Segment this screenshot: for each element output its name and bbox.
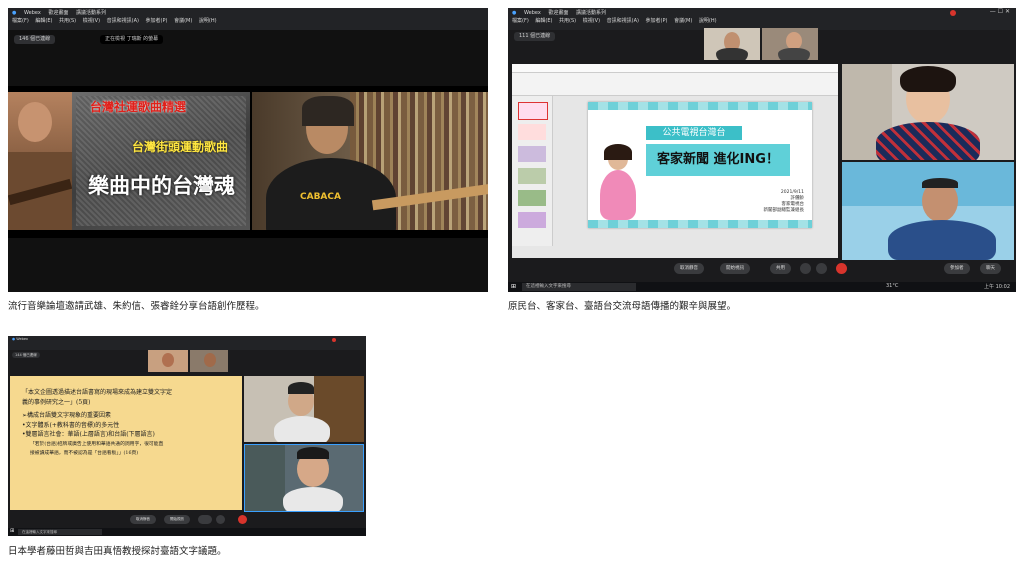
share-button[interactable] bbox=[198, 515, 212, 524]
menu-help[interactable]: 說明(H) bbox=[199, 18, 217, 24]
windows-taskbar: ⊞ 在這裡輸入文字來搜尋 31°C 上午 10:02 bbox=[508, 282, 1016, 292]
shirt-text: CABACA bbox=[300, 192, 341, 202]
video-tile-speaker-2 bbox=[244, 444, 364, 512]
slide-banner: 公共電視台灣台 bbox=[646, 126, 742, 140]
app-title: Webex bbox=[16, 337, 28, 341]
more-icon[interactable] bbox=[800, 263, 811, 274]
mute-button[interactable]: 取消靜音 bbox=[130, 515, 156, 524]
menu-view[interactable]: 檢視(V) bbox=[83, 18, 100, 24]
menu-participants[interactable]: 參加者(P) bbox=[646, 18, 668, 24]
windows-start-icon[interactable]: ⊞ bbox=[10, 528, 14, 534]
leave-meeting-button[interactable] bbox=[238, 515, 247, 524]
shared-slide: 「本文企圖透過描述台語書寫的現場來成為建立雙文字定 義的事例研究之一」(5頁) … bbox=[10, 376, 242, 510]
caption-1: 流行音樂論壇邀請武雄、朱約信、張睿銓分享台語創作歷程。 bbox=[8, 301, 265, 312]
caption-3: 日本學者藤田哲與吉田真悟教授探討臺語文字議題。 bbox=[8, 546, 227, 557]
menu-audio-video[interactable]: 音訊和視訊(A) bbox=[107, 18, 139, 24]
menu-audio-video[interactable]: 音訊和視訊(A) bbox=[607, 18, 639, 24]
window-menubar: ● Webex 歡迎畫面 講議活動系列 檔案(F) 編輯(E) 共用(S) 檢視… bbox=[508, 8, 1016, 30]
windows-taskbar: ⊞ 在這裡輸入文字來搜尋 bbox=[8, 528, 366, 536]
menu-share[interactable]: 共用(S) bbox=[59, 18, 76, 24]
slide-red-text: 台灣社運歌曲精選 bbox=[90, 100, 187, 114]
tab-event[interactable]: 講議活動系列 bbox=[76, 10, 106, 16]
share-button[interactable]: 共用 bbox=[770, 263, 791, 274]
clock-text: 上午 10:02 bbox=[984, 284, 1010, 290]
mute-button[interactable]: 取消靜音 bbox=[674, 263, 704, 274]
slide-line-5: •雙層語言社會：華語(上層語言)和台語(下層語言) bbox=[22, 431, 155, 438]
slide-line-3: ➢構成台語雙文字現象的重要因素 bbox=[22, 412, 112, 419]
shared-presentation: 公共電視台灣台 客家新聞 進化ING！ 2021/9/11 許儷齡 客家電視台 … bbox=[512, 64, 838, 258]
tab-event[interactable]: 講議活動系列 bbox=[576, 10, 606, 16]
tab-welcome[interactable]: 歡迎畫面 bbox=[48, 10, 68, 16]
sharing-indicator[interactable]: 正在檢視 丁瑞斯 的螢幕 bbox=[100, 35, 164, 44]
window-menubar: ● Webex bbox=[8, 336, 366, 350]
slide-title: 樂曲中的台灣魂 bbox=[88, 174, 235, 198]
video-tile-slide: 台灣社運歌曲精選 台灣街頭運動歌曲 樂曲中的台灣魂 bbox=[72, 92, 250, 230]
start-video-button[interactable]: 開始視訊 bbox=[720, 263, 750, 274]
menu-help[interactable]: 說明(H) bbox=[699, 18, 717, 24]
screenshot-panel-2: ● Webex 歡迎畫面 講議活動系列 檔案(F) 編輯(E) 共用(S) 檢視… bbox=[508, 8, 1016, 292]
slide-title: 客家新聞 進化ING！ bbox=[646, 144, 790, 176]
video-thumb-2 bbox=[190, 350, 228, 372]
tab-welcome[interactable]: 歡迎畫面 bbox=[548, 10, 568, 16]
menu-participants[interactable]: 參加者(P) bbox=[146, 18, 168, 24]
video-tile-guest bbox=[842, 162, 1014, 260]
record-icon[interactable] bbox=[332, 338, 336, 342]
video-thumb-1 bbox=[704, 28, 760, 60]
viewer-count: 144 個已連線 bbox=[12, 352, 40, 358]
slide: 公共電視台灣台 客家新聞 進化ING！ 2021/9/11 許儷齡 客家電視台 … bbox=[588, 102, 812, 228]
slide-yellow-text: 台灣街頭運動歌曲 bbox=[132, 140, 229, 154]
chat-button[interactable]: 聊天 bbox=[980, 263, 1001, 274]
menu-edit[interactable]: 編輯(E) bbox=[535, 18, 552, 24]
app-title: Webex bbox=[23, 10, 41, 16]
taskbar-search[interactable]: 在這裡輸入文字來搜尋 bbox=[18, 529, 102, 535]
app-title: Webex bbox=[523, 10, 541, 16]
participants-button[interactable]: 參加者 bbox=[944, 263, 970, 274]
menu-view[interactable]: 檢視(V) bbox=[583, 18, 600, 24]
record-icon[interactable] bbox=[950, 10, 956, 16]
video-tile-guitarist bbox=[8, 92, 72, 230]
leave-meeting-button[interactable] bbox=[836, 263, 847, 274]
window-menubar: ● Webex 歡迎畫面 講議活動系列 檔案(F) 編輯(E) 共用(S) 檢視… bbox=[8, 8, 488, 30]
video-tile-speaker-1 bbox=[244, 376, 364, 442]
menu-edit[interactable]: 編輯(E) bbox=[35, 18, 52, 24]
video-tile-speaker: CABACA bbox=[252, 92, 488, 230]
menu-share[interactable]: 共用(S) bbox=[559, 18, 576, 24]
video-tile-host bbox=[842, 64, 1014, 160]
taskbar-search[interactable]: 在這裡輸入文字來搜尋 bbox=[522, 283, 636, 291]
webex-logo-icon: ● bbox=[12, 337, 16, 341]
viewer-count: 146 個已連線 bbox=[14, 35, 56, 44]
video-strip: 台灣社運歌曲精選 台灣街頭運動歌曲 樂曲中的台灣魂 CABACA bbox=[8, 86, 488, 238]
windows-start-icon[interactable]: ⊞ bbox=[511, 283, 516, 290]
slide-presenter bbox=[596, 144, 640, 220]
screenshot-panel-3: ● Webex 144 個已連線 「本文企圖透過描述台語書寫的現場來成為建立雙文… bbox=[8, 336, 366, 536]
slide-line-1: 「本文企圖透過描述台語書寫的現場來成為建立雙文字定 bbox=[22, 389, 173, 396]
slide-line-7: 接被讀成華語，而不被認為是「台語看板」」(16頁) bbox=[30, 451, 139, 456]
start-video-button[interactable]: 開始視訊 bbox=[164, 515, 190, 524]
slide-line-6: 「若於(台語)招牌或廣告上使用和華語共通的詞用字，很可能直 bbox=[30, 441, 164, 447]
menu-meeting[interactable]: 會議(M) bbox=[674, 18, 692, 24]
screenshot-panel-1: ● Webex 歡迎畫面 講議活動系列 檔案(F) 編輯(E) 共用(S) 檢視… bbox=[8, 8, 488, 292]
window-controls-icon[interactable]: — ☐ ✕ bbox=[990, 8, 1010, 15]
more-icon[interactable] bbox=[216, 515, 225, 524]
slide-line-4: •文字體系(+教科書的音標)的多元性 bbox=[22, 421, 120, 429]
menu-meeting[interactable]: 會議(M) bbox=[174, 18, 192, 24]
menu-file[interactable]: 檔案(F) bbox=[512, 18, 529, 24]
viewer-count: 111 個已連線 bbox=[514, 32, 556, 41]
caption-2: 原民台、客家台、臺語台交流母語傳播的艱辛與展望。 bbox=[508, 301, 737, 312]
video-thumb-1 bbox=[148, 350, 188, 372]
reactions-icon[interactable] bbox=[816, 263, 827, 274]
webex-logo-icon: ● bbox=[12, 10, 17, 16]
slide-org2: 新聞部副總監兼組長 bbox=[763, 208, 805, 213]
slide-line-2: 義的事例研究之一」(5頁) bbox=[22, 398, 91, 406]
weather-text: 31°C bbox=[886, 283, 899, 289]
video-thumb-2 bbox=[762, 28, 818, 60]
webex-logo-icon: ● bbox=[512, 10, 517, 16]
menu-file[interactable]: 檔案(F) bbox=[12, 18, 29, 24]
